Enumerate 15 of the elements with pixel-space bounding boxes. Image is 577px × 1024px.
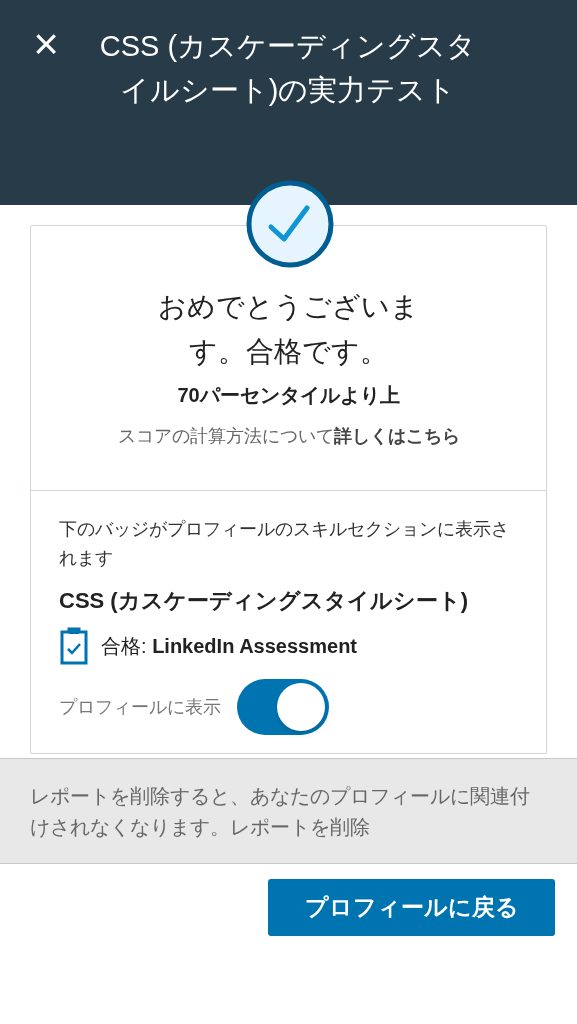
delete-report-note: レポートを削除すると、あなたのプロフィールに関連付けされなくなります。レポートを削除: [30, 784, 530, 840]
page-title: CSS (カスケーディングスタイルシート)の実力テスト: [98, 29, 478, 108]
percentile-text: 70パーセンタイルより上: [177, 383, 400, 408]
close-button[interactable]: ×: [26, 24, 66, 64]
show-on-profile-toggle[interactable]: [237, 679, 329, 735]
badge-intro: 下のバッジがプロフィールのスキルセクションに表示されます: [59, 518, 510, 570]
congratulations-heading: おめでとうございます。合格です。: [157, 290, 420, 369]
toggle-label: プロフィールに表示: [59, 695, 221, 719]
badge-status: 合格: LinkedIn Assessment: [101, 634, 357, 659]
toggle-thumb: [277, 683, 325, 731]
score-note: スコアの計算方法について詳しくはこちら: [116, 425, 461, 448]
details-link[interactable]: 詳しくはこちら: [333, 426, 460, 446]
back-to-profile-button[interactable]: プロフィールに戻る: [268, 879, 555, 936]
skill-name: CSS (カスケーディングスタイルシート): [59, 587, 469, 615]
clipboard-check-icon: [59, 627, 89, 665]
